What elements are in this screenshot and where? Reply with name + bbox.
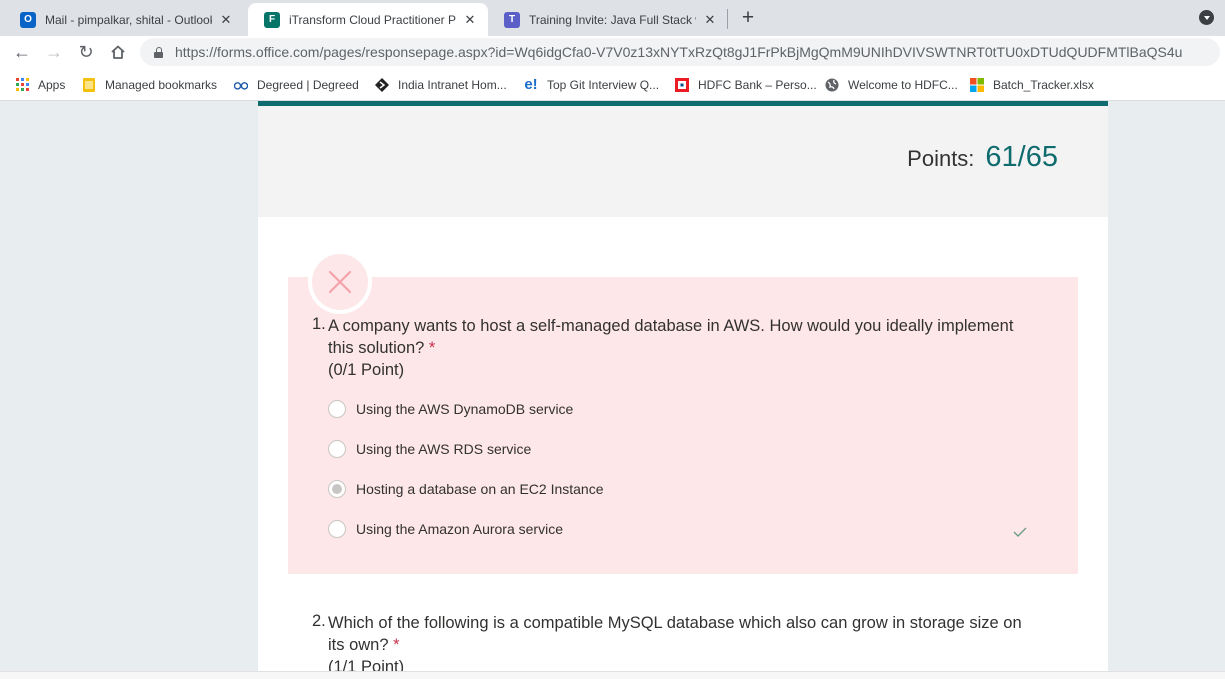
bookmark-batch-tracker[interactable]: Batch_Tracker.xlsx [970,76,1094,93]
edureka-icon: e! [524,76,538,93]
question-2-score: (1/1 Point) [328,658,405,671]
option-label: Using the AWS DynamoDB service [356,401,574,417]
home-icon[interactable] [106,40,130,64]
question-1-option-3-selected[interactable]: Hosting a database on an EC2 Instance [328,478,604,500]
outlook-icon: O [20,11,36,28]
browser-toolbar: ← → ↻ https://forms.office.com/pages/res… [0,36,1225,68]
globe-icon [825,78,839,92]
reload-icon[interactable]: ↻ [74,40,98,64]
option-label: Using the AWS RDS service [356,441,532,457]
url-text[interactable]: https://forms.office.com/pages/responsep… [175,44,1182,60]
bookmarks-bar: Apps Managed bookmarks Degreed | Degreed… [0,68,1225,101]
bookmark-label: Managed bookmarks [105,77,218,92]
incorrect-x-icon [312,254,368,310]
question-1-number: 1. [312,315,326,333]
points-summary: Points: 61/65 [907,141,1058,174]
bookmark-label: Top Git Interview Q... [547,77,660,92]
forms-icon: F [264,11,280,28]
question-1-option-1[interactable]: Using the AWS DynamoDB service [328,398,573,420]
question-2-line1: Which of the following is a compatible M… [328,614,1022,632]
back-arrow-icon[interactable]: ← [10,40,34,64]
close-tab-icon[interactable]: ✕ [462,12,478,28]
lock-icon [154,46,163,58]
microsoft-icon [970,77,984,92]
option-label: Using the Amazon Aurora service [356,521,563,537]
forward-arrow-icon[interactable]: → [42,40,66,64]
hdfc-icon [675,77,689,92]
points-value: 61/65 [985,141,1058,173]
page-background: Points: 61/65 1. A company wants to host… [0,101,1225,671]
tab-title: Mail - pimpalkar, shital - Outlook [45,12,212,27]
intranet-icon [375,77,389,92]
close-tab-icon[interactable]: ✕ [702,12,718,28]
bottom-edge [0,671,1225,679]
bookmark-label: HDFC Bank – Perso... [698,77,817,92]
apps-grid-icon [15,78,29,92]
question-1-line2-text: this solution? [328,339,425,357]
bookmark-label: Welcome to HDFC... [848,77,958,92]
question-1-line2: this solution? * [328,337,435,359]
address-bar[interactable]: https://forms.office.com/pages/responsep… [140,38,1220,66]
question-2-line2: its own? * [328,634,400,656]
bookmark-label: India Intranet Hom... [398,77,507,92]
browser-tab-strip: O Mail - pimpalkar, shital - Outlook ✕ F… [0,0,1225,36]
bookmark-degreed[interactable]: Degreed | Degreed [234,76,359,93]
tab-title: Training Invite: Java Full Stack wit [529,12,696,27]
radio-button[interactable] [328,440,346,458]
tab-training-invite[interactable]: T Training Invite: Java Full Stack wit ✕ [488,3,728,36]
question-1-option-4-correct[interactable]: Using the Amazon Aurora service [328,518,563,540]
radio-button[interactable] [328,520,346,538]
question-1-score: (0/1 Point) [328,361,405,379]
option-label: Hosting a database on an EC2 Instance [356,481,604,497]
required-asterisk: * [393,636,400,654]
tab-itransform-form[interactable]: F iTransform Cloud Practitioner Pra ✕ [248,3,488,36]
teams-icon: T [504,11,520,28]
bookmark-label: Degreed | Degreed [257,77,359,92]
url-path: /pages/responsepage.aspx?id=Wq6idgCfa0-V… [319,44,1183,60]
question-2-line2-text: its own? [328,636,389,654]
correct-answer-check-icon [1013,524,1027,542]
close-tab-icon[interactable]: ✕ [218,12,234,28]
question-1-option-2[interactable]: Using the AWS RDS service [328,438,531,460]
incorrect-badge [308,250,372,314]
points-panel: Points: 61/65 [258,106,1108,217]
profile-menu-icon[interactable] [1199,10,1214,25]
bookmark-welcome-hdfc[interactable]: Welcome to HDFC... [825,76,958,93]
url-protocol-host: https://forms.office.com [175,44,320,60]
question-1-line1: A company wants to host a self-managed d… [328,317,1014,335]
bookmark-label: Batch_Tracker.xlsx [993,77,1094,92]
question-2-number: 2. [312,612,326,630]
tab-title: iTransform Cloud Practitioner Pra [289,12,456,27]
bookmark-hdfc-bank[interactable]: HDFC Bank – Perso... [675,76,817,93]
bookmark-label: Apps [38,77,66,92]
bookmark-git-interview[interactable]: e! Top Git Interview Q... [524,76,659,93]
radio-button-selected[interactable] [328,480,346,498]
points-label: Points: [907,146,975,171]
tab-outlook-mail[interactable]: O Mail - pimpalkar, shital - Outlook ✕ [4,3,244,36]
required-asterisk: * [428,339,436,357]
form-card: Points: 61/65 1. A company wants to host… [258,101,1108,671]
new-tab-button[interactable]: + [736,6,760,30]
bookmark-managed[interactable]: Managed bookmarks [82,76,217,93]
folder-icon [82,77,96,92]
tab-separator [727,9,728,29]
bookmark-apps[interactable]: Apps [15,76,65,93]
radio-button[interactable] [328,400,346,418]
bookmark-intranet[interactable]: India Intranet Hom... [375,76,507,93]
degreed-icon [234,78,248,92]
radio-dot [332,484,342,494]
